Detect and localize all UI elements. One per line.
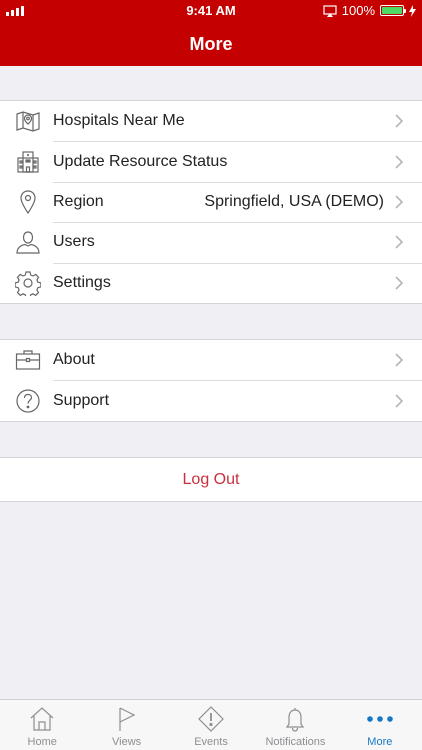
menu-item-label: Region [53, 192, 104, 210]
tab-label: Notifications [265, 736, 326, 748]
menu-item-label: Hospitals Near Me [53, 112, 185, 130]
menu-item-label: Support [53, 391, 110, 409]
log-out-button[interactable]: Log Out [0, 457, 422, 502]
menu-item-about[interactable]: About [0, 340, 422, 380]
battery-icon [380, 5, 406, 16]
chevron-right-icon [394, 275, 404, 291]
tab-label: More [367, 736, 393, 748]
menu-item-support[interactable]: Support [0, 380, 422, 420]
more-dots-icon [366, 705, 394, 733]
menu-item-label: Settings [53, 273, 111, 291]
home-icon [28, 705, 56, 733]
menu-item-label: Update Resource Status [53, 152, 228, 170]
location-pin-icon [15, 189, 41, 215]
tab-events[interactable]: Events [169, 700, 253, 750]
battery-percent: 100% [341, 3, 375, 18]
chevron-right-icon [394, 234, 404, 250]
menu-group-primary: Hospitals Near Me Update Resource Status… [0, 100, 422, 304]
log-out-label: Log Out [182, 470, 240, 488]
tab-label: Views [112, 736, 142, 748]
region-value: Springfield, USA (DEMO) [204, 192, 384, 210]
chevron-right-icon [394, 194, 404, 210]
flag-icon [113, 705, 141, 733]
chevron-right-icon [394, 154, 404, 170]
bell-icon [281, 705, 309, 733]
menu-item-settings[interactable]: Settings [0, 262, 422, 303]
tab-more[interactable]: More [338, 700, 422, 750]
chevron-right-icon [394, 113, 404, 129]
user-icon [15, 229, 41, 255]
question-circle-icon [15, 388, 41, 414]
navigation-bar: More [0, 22, 422, 66]
tab-views[interactable]: Views [84, 700, 168, 750]
building-icon [15, 149, 41, 175]
menu-item-hospitals-near-me[interactable]: Hospitals Near Me [0, 101, 422, 141]
gear-icon [15, 270, 41, 296]
tab-bar: Home Views Events Notifications More [0, 699, 422, 750]
menu-item-label: Users [53, 233, 95, 251]
page-title: More [189, 34, 233, 54]
tab-home[interactable]: Home [0, 700, 84, 750]
airplay-icon [323, 4, 337, 17]
charging-bolt-icon [409, 4, 416, 17]
tab-notifications[interactable]: Notifications [253, 700, 337, 750]
tab-label: Events [194, 736, 228, 748]
briefcase-icon [15, 347, 41, 373]
chevron-right-icon [394, 393, 404, 409]
menu-item-update-resource-status[interactable]: Update Resource Status [0, 141, 422, 181]
alert-diamond-icon [197, 705, 225, 733]
menu-group-secondary: About Support [0, 339, 422, 422]
menu-item-users[interactable]: Users [0, 222, 422, 262]
menu-item-region[interactable]: Region Springfield, USA (DEMO) [0, 181, 422, 222]
chevron-right-icon [394, 352, 404, 368]
tab-label: Home [27, 736, 57, 748]
map-icon [15, 108, 41, 134]
menu-item-label: About [53, 351, 95, 369]
status-bar: 9:41 AM 100% [0, 0, 422, 22]
